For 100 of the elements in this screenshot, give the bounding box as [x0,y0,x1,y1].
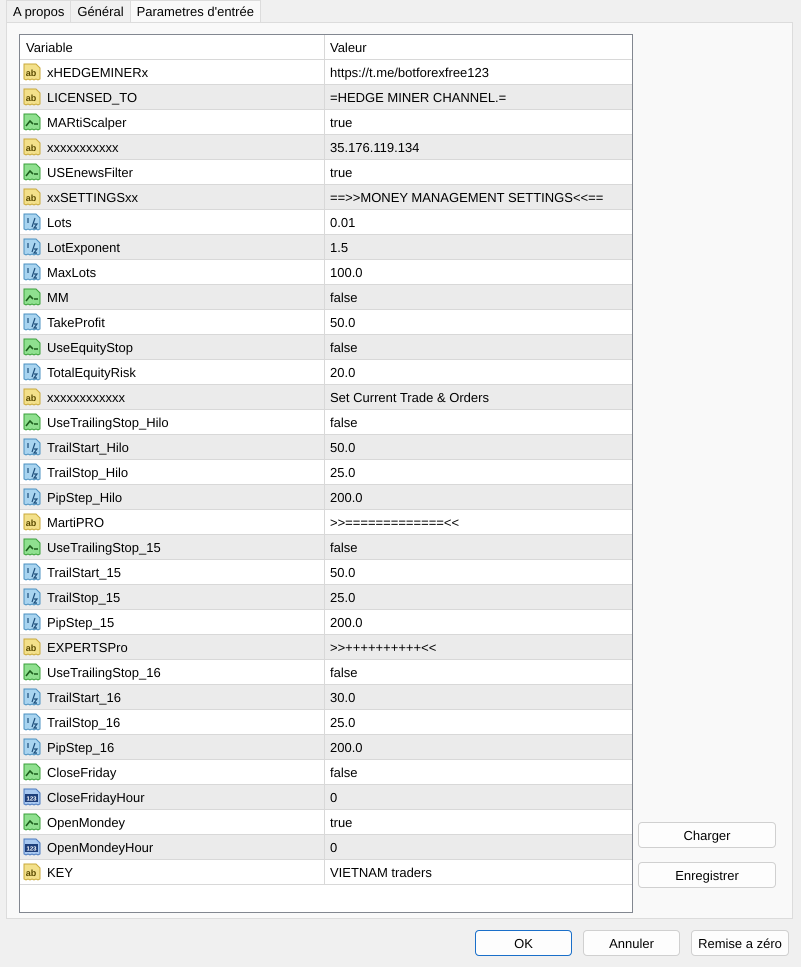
variable-name: TakeProfit [47,314,105,330]
variable-value[interactable]: 20.0 [330,364,356,380]
variable-name: MARtiScalper [47,114,126,130]
variable-name: UseTrailingStop_Hilo [47,414,169,430]
variable-value[interactable]: >>++++++++++<< [330,640,436,654]
variable-name: PipStep_15 [47,614,114,630]
variable-name: OpenMondeyHour [47,840,154,854]
variable-name: TrailStop_16 [47,714,120,730]
variable-value[interactable]: 200.0 [330,740,363,754]
toggle-type-icon [22,812,42,832]
variable-name: MartiPRO [47,514,104,530]
variable-name: EXPERTSPro [47,640,128,654]
column-header[interactable]: Variable [26,40,73,54]
variable-value[interactable]: false [330,764,358,780]
toggle-type-icon [22,287,42,307]
fraction-type-icon [22,687,42,707]
column-header[interactable]: Valeur [330,40,367,54]
variable-name: TrailStart_Hilo [47,440,129,454]
fraction-type-icon [22,462,42,482]
toggle-type-icon [22,112,42,132]
variable-name: TrailStop_Hilo [47,464,128,480]
fraction-type-icon [22,487,42,507]
fraction-type-icon [22,262,42,282]
variable-value[interactable]: false [330,540,358,554]
fraction-type-icon [22,612,42,632]
variable-value[interactable]: 0.01 [330,214,356,230]
variable-value[interactable]: VIETNAM traders [330,864,432,880]
variable-value[interactable]: =HEDGE MINER CHANNEL.= [330,90,506,104]
variable-name: TotalEquityRisk [47,364,136,380]
side-button[interactable]: Charger [638,822,776,848]
variable-value[interactable]: false [330,340,358,354]
variable-value[interactable]: false [330,414,358,430]
variable-name: KEY [47,864,74,880]
variable-value[interactable]: 25.0 [330,464,356,480]
variable-value[interactable]: 100.0 [330,264,363,280]
text-type-icon: ab [22,87,42,107]
fraction-type-icon [22,312,42,332]
fraction-type-icon [22,587,42,607]
text-type-icon: ab [22,862,42,882]
variable-name: xxxxxxxxxxxx [47,390,125,404]
fraction-type-icon [22,212,42,232]
variable-name: UseTrailingStop_15 [47,540,161,554]
toggle-type-icon [22,162,42,182]
variable-value[interactable]: 0 [330,790,338,804]
variable-value[interactable]: 35.176.119.134 [330,140,420,154]
variable-name: LotExponent [47,240,120,254]
toggle-type-icon [22,662,42,682]
variable-name: xxSETTINGSxx [47,190,138,204]
toggle-type-icon [22,762,42,782]
variable-value[interactable]: 200.0 [330,614,363,630]
variable-name: CloseFriday [47,764,116,780]
variable-name: UseTrailingStop_16 [47,664,161,680]
text-type-icon: ab [22,512,42,532]
toggle-type-icon [22,412,42,432]
variable-value[interactable]: 50.0 [330,564,356,580]
text-type-icon: ab [22,387,42,407]
variable-value[interactable]: 30.0 [330,690,356,704]
text-type-icon: ab [22,637,42,657]
variable-name: Lots [47,214,72,230]
variable-name: xxxxxxxxxxx [47,140,118,154]
variable-value[interactable]: 1.5 [330,240,348,254]
variable-value[interactable]: 50.0 [330,440,356,454]
variable-name: MaxLots [47,264,96,280]
variable-value[interactable]: 25.0 [330,714,356,730]
dialog-button[interactable]: Annuler [583,930,680,956]
variable-name: PipStep_16 [47,740,114,754]
dialog-button[interactable]: OK [475,930,572,956]
variable-value[interactable]: true [330,114,352,130]
variable-name: xHEDGEMINERx [47,64,148,80]
variable-value[interactable]: false [330,664,358,680]
fraction-type-icon [22,737,42,757]
variable-value[interactable]: 0 [330,840,338,854]
text-type-icon: ab [22,137,42,157]
variable-value[interactable]: 25.0 [330,590,356,604]
variable-value[interactable]: ==>>MONEY MANAGEMENT SETTINGS<<== [330,190,604,204]
fraction-type-icon [22,237,42,257]
variable-value[interactable]: true [330,164,352,180]
toggle-type-icon [22,537,42,557]
variable-value[interactable]: https://t.me/botforexfree123 [330,64,489,80]
dialog-button[interactable]: Remise a zéro [691,930,789,956]
variable-name: UseEquityStop [47,340,133,354]
fraction-type-icon [22,712,42,732]
side-button[interactable]: Enregistrer [638,862,776,888]
toggle-type-icon [22,337,42,357]
variable-name: TrailStop_15 [47,590,120,604]
text-type-icon: ab [22,187,42,207]
variable-value[interactable]: true [330,814,352,830]
fraction-type-icon [22,362,42,382]
variable-value[interactable]: false [330,290,358,304]
variable-value[interactable]: 50.0 [330,314,356,330]
variable-name: MM [47,290,69,304]
variable-name: USEnewsFilter [47,164,133,180]
variable-name: OpenMondey [47,814,126,830]
variable-value[interactable]: Set Current Trade & Orders [330,390,489,404]
variable-value[interactable]: >>=============<< [330,514,460,530]
variable-name: TrailStart_16 [47,690,121,704]
variable-value[interactable]: 200.0 [330,490,363,504]
variable-name: LICENSED_TO [47,90,138,104]
tab[interactable]: Parametres d'entrée [130,0,261,23]
tab[interactable]: A propos [6,0,72,22]
